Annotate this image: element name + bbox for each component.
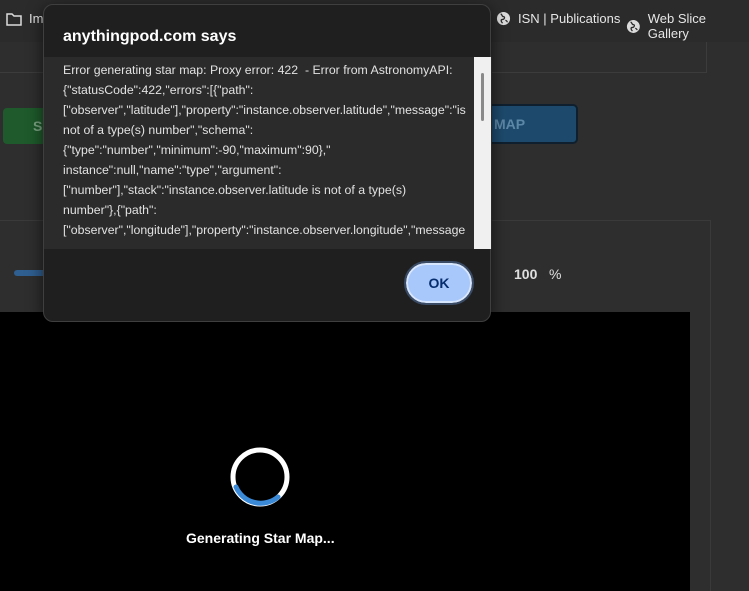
- zoom-unit: %: [549, 266, 562, 282]
- ok-button[interactable]: OK: [404, 261, 474, 305]
- dialog-message: Error generating star map: Proxy error: …: [63, 63, 466, 237]
- scrollbar-thumb[interactable]: [481, 73, 484, 121]
- folder-icon: [6, 12, 22, 26]
- bookmark-isn-publications[interactable]: ISN | Publications: [496, 11, 620, 26]
- bookmark-web-slice-gallery[interactable]: Web Slice Gallery: [626, 11, 749, 41]
- globe-icon: [496, 11, 511, 26]
- alert-dialog: anythingpod.com says Error generating st…: [43, 4, 492, 322]
- zoom-value: 100: [514, 266, 538, 282]
- card-border: [706, 42, 707, 73]
- dialog-message-area: Error generating star map: Proxy error: …: [44, 57, 492, 249]
- star-map-canvas: [0, 312, 690, 591]
- loading-text: Generating Star Map...: [186, 530, 335, 546]
- dialog-title: anythingpod.com says: [63, 28, 237, 45]
- globe-icon: [626, 19, 640, 33]
- bookmark-webslice-label: Web Slice Gallery: [647, 11, 707, 41]
- loading-spinner-icon: [230, 447, 290, 507]
- bookmark-folder-label: Im: [29, 11, 44, 26]
- dialog-scrollbar[interactable]: [474, 57, 491, 249]
- bookmark-folder[interactable]: Im: [6, 11, 43, 26]
- bookmark-isn-label: ISN | Publications: [518, 11, 621, 26]
